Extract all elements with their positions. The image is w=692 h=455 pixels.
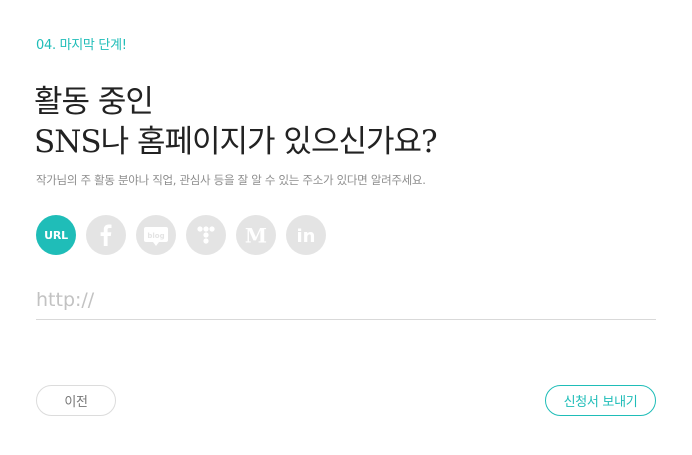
medium-icon: M bbox=[236, 215, 276, 255]
page-title-line1: 활동 중인 bbox=[34, 84, 154, 120]
social-blog-button[interactable]: blog bbox=[136, 215, 176, 255]
url-input[interactable] bbox=[36, 280, 656, 320]
page-title-line2: SNS나 홈페이지가 있으신가요? bbox=[34, 124, 438, 160]
social-url-button[interactable]: URL bbox=[36, 215, 76, 255]
svg-text:in: in bbox=[297, 226, 316, 247]
blog-icon: blog bbox=[136, 215, 176, 255]
svg-text:blog: blog bbox=[147, 232, 164, 240]
svg-text:M: M bbox=[245, 224, 267, 248]
step-label: 04. 마지막 단계! bbox=[36, 38, 127, 53]
linkedin-icon: in bbox=[286, 215, 326, 255]
prev-button[interactable]: 이전 bbox=[36, 385, 116, 416]
social-twitter-button[interactable] bbox=[186, 215, 226, 255]
url-label: URL bbox=[44, 228, 68, 242]
social-type-selector: URL blog M in bbox=[36, 215, 326, 255]
twitter-t-icon bbox=[186, 215, 226, 255]
page-title: 활동 중인 SNS나 홈페이지가 있으신가요? bbox=[34, 82, 438, 162]
social-linkedin-button[interactable]: in bbox=[286, 215, 326, 255]
submit-application-button[interactable]: 신청서 보내기 bbox=[545, 385, 656, 416]
facebook-icon bbox=[86, 215, 126, 255]
page-subtitle: 작가님의 주 활동 분야나 직업, 관심사 등을 잘 알 수 있는 주소가 있다… bbox=[36, 173, 426, 187]
social-facebook-button[interactable] bbox=[86, 215, 126, 255]
social-medium-button[interactable]: M bbox=[236, 215, 276, 255]
